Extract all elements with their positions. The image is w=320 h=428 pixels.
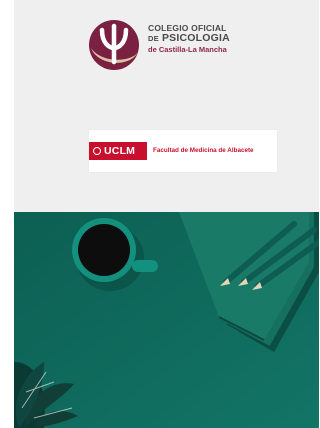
logo-line-2-prefix: DE: [148, 33, 159, 43]
coffee-notebook-illustration: [14, 212, 319, 428]
logo-line-2: DE PSICOLOGIA: [148, 31, 230, 44]
logo-line-2-main: PSICOLOGIA: [161, 31, 230, 44]
copcm-logo: COLEGIO OFICIAL DE PSICOLOGIA de Castill…: [88, 18, 298, 74]
uclm-faculty-text: Facultad de Medicina de Albacete: [153, 147, 254, 154]
psi-logo-icon: [89, 20, 139, 70]
uclm-brand-box: UCLM: [89, 142, 147, 160]
uclm-badge: UCLM Facultad de Medicina de Albacete: [89, 130, 277, 172]
logo-line-3: de Castilla-La Mancha: [148, 44, 227, 54]
cover-card: COLEGIO OFICIAL DE PSICOLOGIA de Castill…: [14, 0, 319, 428]
uclm-seal-icon: [93, 147, 101, 155]
desk-photo: [14, 212, 319, 428]
uclm-brand-text: UCLM: [104, 145, 136, 157]
